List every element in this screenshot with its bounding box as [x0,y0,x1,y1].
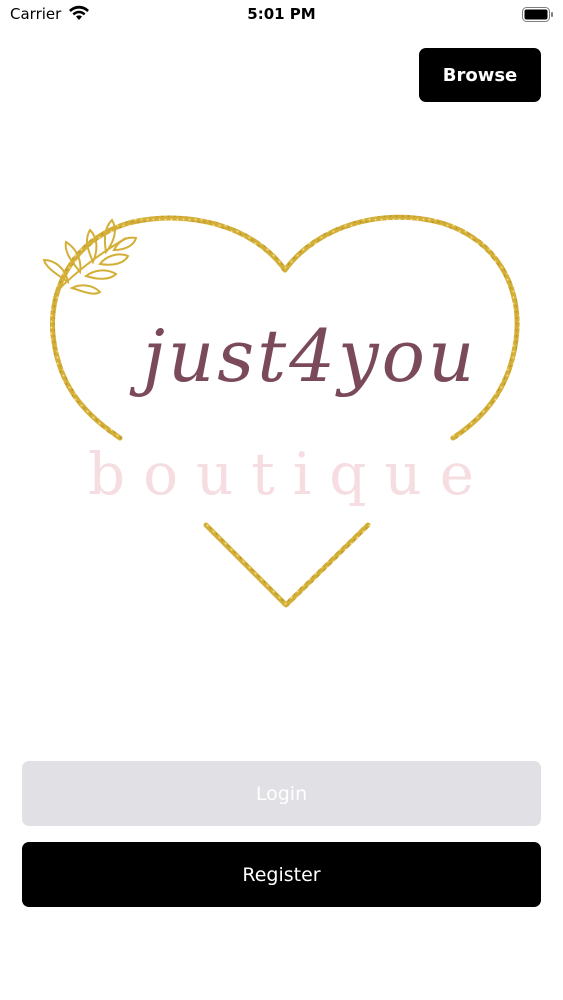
logo-script-text: just4you [142,314,478,398]
browse-button[interactable]: Browse [419,48,541,102]
battery-icon [522,7,553,22]
brand-logo: just4you boutique [38,200,528,615]
logo-sub-text: boutique [88,440,493,508]
app-screen: Carrier 5:01 PM Browse just4you boutique… [0,0,563,1000]
heart-outline-graphic [42,214,520,608]
laurel-icon [42,218,138,295]
status-bar: Carrier 5:01 PM [0,0,563,30]
login-button[interactable]: Login [22,761,541,826]
register-button[interactable]: Register [22,842,541,907]
status-time: 5:01 PM [247,5,316,23]
